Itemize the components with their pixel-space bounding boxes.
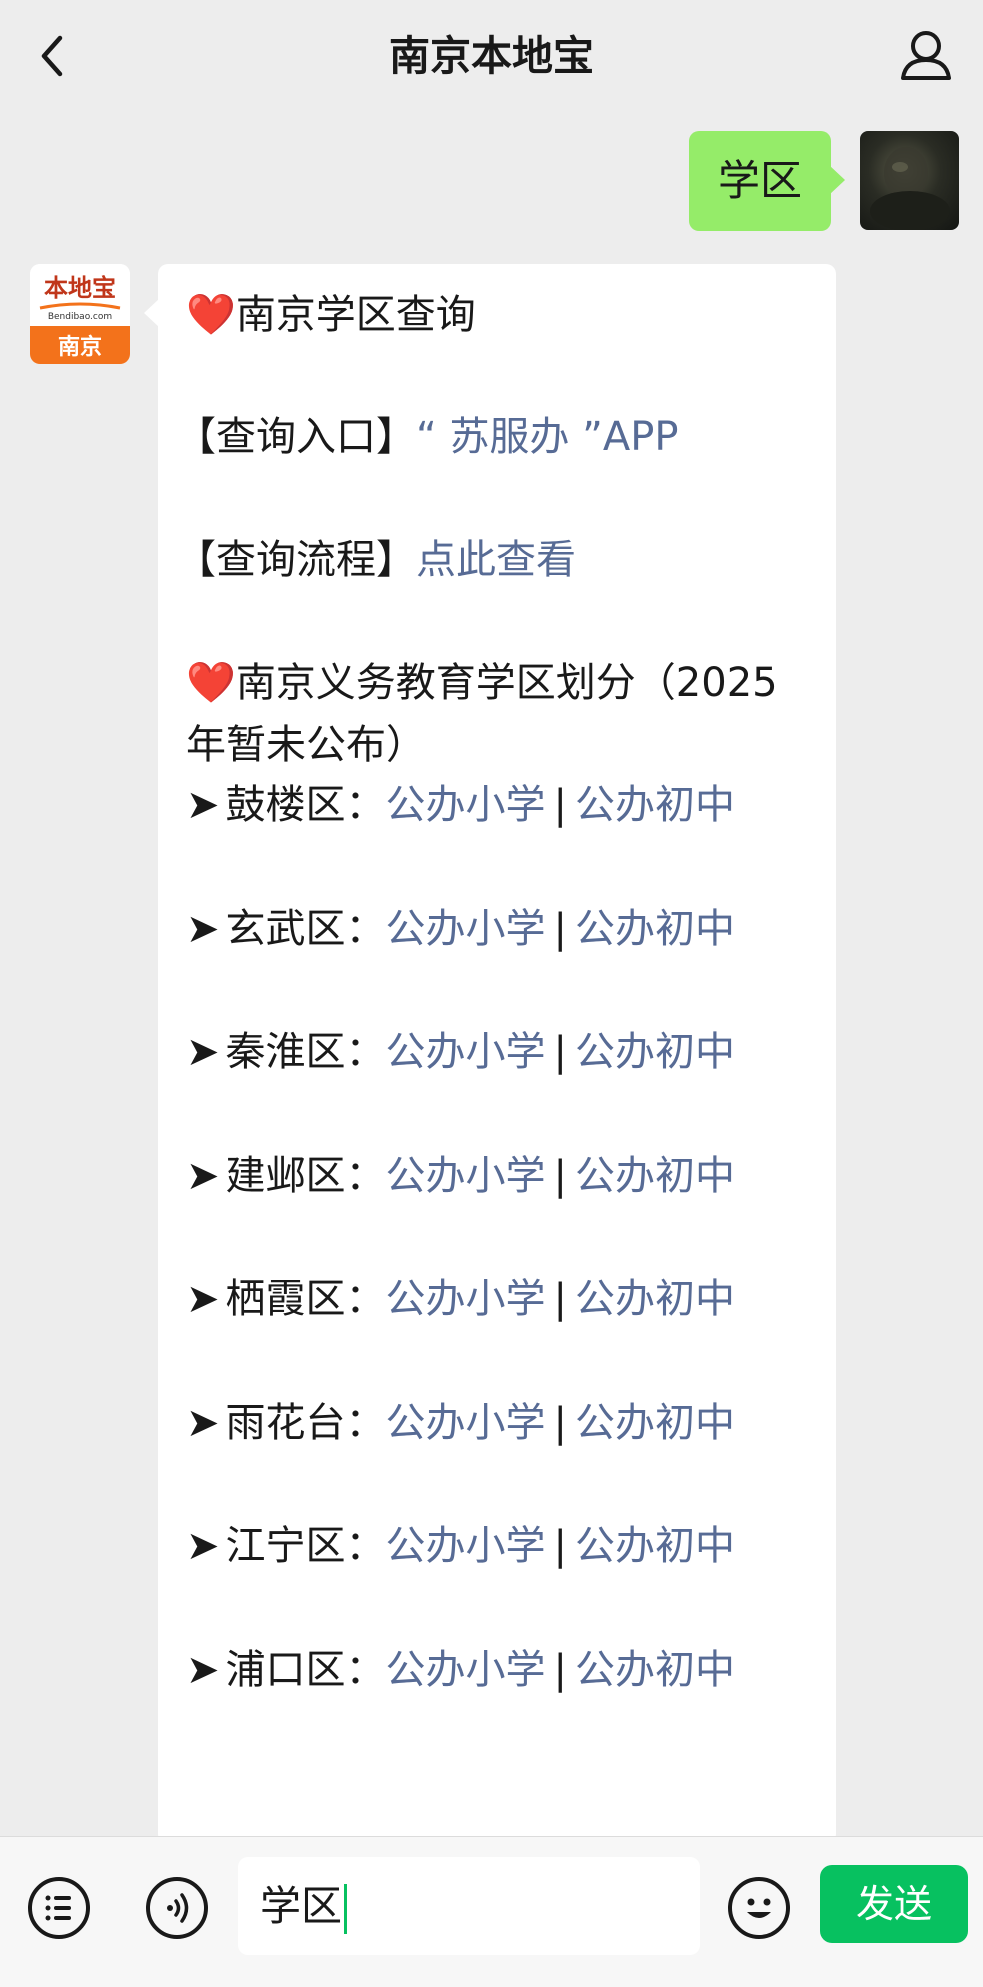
query-entry-line: 【查询入口】“ 苏服办 ”APP [176,414,679,460]
bendibao-avatar[interactable]: 本地宝 Bendibao.com 南京 [30,264,130,364]
arrow-icon: ➤ [186,1523,220,1569]
outgoing-message-bubble[interactable]: 学区 [689,131,845,231]
svg-text:本地宝: 本地宝 [44,273,116,302]
message-input-value: 学区 [260,1857,347,1955]
user-avatar[interactable] [860,131,959,230]
profile-button[interactable] [895,24,957,86]
separator: | [553,905,567,952]
arrow-icon: ➤ [186,782,220,828]
district-name: 雨花台： [225,1399,386,1446]
voice-wave-icon [167,1893,189,1923]
district-row: ➤ 秦淮区：公办小学 | 公办初中 [186,1021,735,1083]
separator: | [553,782,567,828]
junior-school-link[interactable]: 公办初中 [575,1400,735,1446]
junior-school-link[interactable]: 公办初中 [575,1523,735,1569]
arrow-icon: ➤ [186,1399,220,1446]
menu-button[interactable] [28,1877,90,1939]
bendibao-logo: 本地宝 Bendibao.com 南京 [30,264,130,364]
primary-school-link[interactable]: 公办小学 [386,1276,546,1322]
svg-text:Bendibao.com: Bendibao.com [48,312,112,322]
primary-school-link[interactable]: 公办小学 [386,1400,546,1446]
heart-icon: ❤️ [186,292,236,338]
outgoing-message-row: 学区 [0,128,983,238]
primary-school-link[interactable]: 公办小学 [386,1029,546,1075]
separator: | [553,1399,567,1446]
person-icon [901,31,951,80]
input-bar: 学区 发送 [0,1836,983,1987]
separator: | [553,1152,567,1199]
send-button[interactable]: 发送 [820,1865,968,1943]
smiley-icon [747,1898,771,1918]
district-row: ➤ 建邺区：公办小学 | 公办初中 [186,1145,735,1207]
page-title: 南京本地宝 [389,32,594,80]
district-row: ➤ 江宁区：公办小学 | 公办初中 [186,1515,735,1577]
district-name: 秦淮区： [225,1029,386,1075]
junior-school-link[interactable]: 公办初中 [575,906,735,952]
incoming-message-bubble: ❤️南京学区查询 【查询入口】“ 苏服办 ”APP 【查询流程】点此查看 ❤️南… [144,264,836,1844]
view-flow-link[interactable]: 点此查看 [416,537,576,583]
district-row: ➤ 鼓楼区：公办小学 | 公办初中 [186,774,735,836]
district-name: 浦口区： [225,1646,386,1693]
junior-school-link[interactable]: 公办初中 [575,1029,735,1075]
arrow-icon: ➤ [186,905,220,952]
primary-school-link[interactable]: 公办小学 [386,1523,546,1569]
separator: | [553,1523,567,1569]
svg-text:南京: 南京 [58,334,102,360]
emoji-button[interactable] [728,1877,790,1939]
junior-school-link[interactable]: 公办初中 [575,1276,735,1322]
district-name: 玄武区： [225,905,386,952]
arrow-icon: ➤ [186,1276,220,1322]
sufuban-app-link[interactable]: “ 苏服办 ”APP [416,414,678,460]
outgoing-message-text: 学区 [717,156,802,205]
primary-school-link[interactable]: 公办小学 [386,782,546,828]
query-flow-line: 【查询流程】点此查看 [176,537,576,583]
district-row: ➤ 栖霞区：公办小学 | 公办初中 [186,1268,735,1330]
district-name: 江宁区： [225,1523,386,1569]
district-name: 栖霞区： [225,1276,386,1322]
primary-school-link[interactable]: 公办小学 [386,1153,546,1199]
district-row: ➤ 浦口区：公办小学 | 公办初中 [186,1639,735,1701]
heart-icon: ❤️ [186,660,236,706]
voice-button[interactable] [146,1877,208,1939]
primary-school-link[interactable]: 公办小学 [386,1647,546,1693]
district-row: ➤ 雨花台：公办小学 | 公办初中 [186,1392,735,1454]
text-caret [344,1884,347,1934]
junior-school-link[interactable]: 公办初中 [575,1153,735,1199]
junior-school-link[interactable]: 公办初中 [575,782,735,828]
district-row: ➤ 玄武区：公办小学 | 公办初中 [186,898,735,960]
top-bar: 南京本地宝 [0,0,983,112]
primary-school-link[interactable]: 公办小学 [386,906,546,952]
heading-district-division: ❤️南京义务教育学区划分（2025年暂未公布） [186,660,778,768]
district-name: 建邺区： [225,1152,386,1199]
junior-school-link[interactable]: 公办初中 [575,1647,735,1693]
arrow-icon: ➤ [186,1029,220,1075]
separator: | [553,1276,567,1322]
user-avatar-image [870,147,950,230]
arrow-icon: ➤ [186,1646,220,1693]
separator: | [553,1646,567,1693]
arrow-icon: ➤ [186,1152,220,1199]
separator: | [553,1029,567,1075]
message-input[interactable]: 学区 [238,1857,700,1955]
district-name: 鼓楼区： [225,782,386,828]
list-menu-icon [45,1895,71,1921]
heading-school-district-query: ❤️南京学区查询 [186,292,476,338]
